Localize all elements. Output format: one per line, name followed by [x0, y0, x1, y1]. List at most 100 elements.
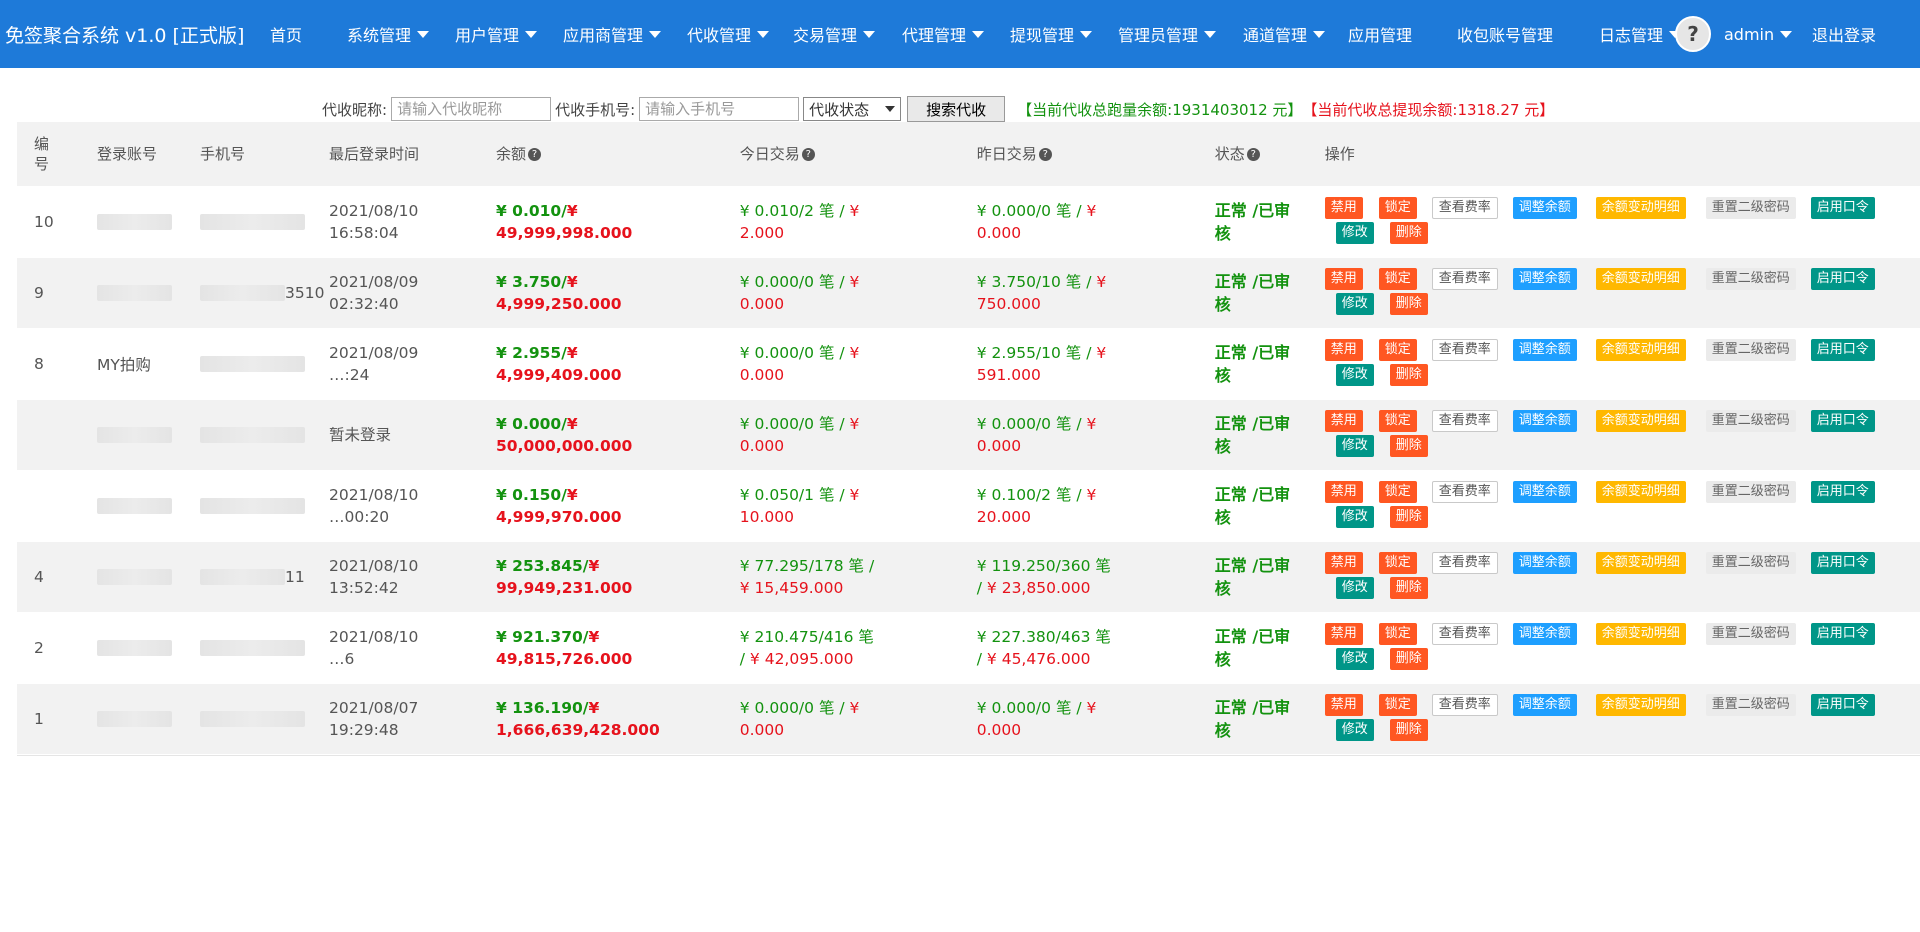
cell-balance: ¥ 253.845/¥ 99,949,231.000 — [496, 540, 740, 612]
lock-button[interactable]: 锁定 — [1378, 196, 1417, 219]
phone-input[interactable] — [639, 97, 800, 121]
edit-button[interactable]: 修改 — [1335, 505, 1374, 528]
help-icon[interactable]: ? — [1246, 148, 1260, 162]
nav-item-10[interactable]: 应用管理 — [1348, 0, 1412, 68]
delete-button[interactable]: 删除 — [1389, 221, 1428, 244]
delete-button[interactable]: 删除 — [1389, 434, 1428, 457]
edit-button[interactable]: 修改 — [1335, 363, 1374, 386]
disable-button[interactable]: 禁用 — [1324, 409, 1363, 432]
delete-button[interactable]: 删除 — [1389, 505, 1428, 528]
nav-item-9[interactable]: 通道管理 — [1243, 0, 1326, 68]
reset-password-button[interactable]: 重置二级密码 — [1705, 409, 1796, 432]
reset-password-button[interactable]: 重置二级密码 — [1705, 551, 1796, 574]
enable-token-button[interactable]: 启用口令 — [1810, 693, 1875, 716]
view-rate-button[interactable]: 查看费率 — [1431, 338, 1498, 361]
nav-item-12[interactable]: 日志管理 — [1599, 0, 1682, 68]
lock-button[interactable]: 锁定 — [1378, 551, 1417, 574]
user-avatar-icon[interactable]: ? — [1675, 16, 1711, 52]
lock-button[interactable]: 锁定 — [1378, 267, 1417, 290]
delete-button[interactable]: 删除 — [1389, 363, 1428, 386]
edit-button[interactable]: 修改 — [1335, 647, 1374, 670]
delete-button[interactable]: 删除 — [1389, 718, 1428, 741]
lock-button[interactable]: 锁定 — [1378, 622, 1417, 645]
nav-item-11[interactable]: 收包账号管理 — [1457, 0, 1553, 68]
disable-button[interactable]: 禁用 — [1324, 267, 1363, 290]
today-fee: ¥ 77.295/178 笔 / — [739, 556, 875, 575]
enable-token-button[interactable]: 启用口令 — [1810, 622, 1875, 645]
disable-button[interactable]: 禁用 — [1324, 693, 1363, 716]
column-header-label: 操作 — [1324, 145, 1355, 164]
lock-button[interactable]: 锁定 — [1378, 693, 1417, 716]
balance-detail-button[interactable]: 余额变动明细 — [1595, 622, 1686, 645]
balance-detail-button[interactable]: 余额变动明细 — [1595, 409, 1686, 432]
nav-item-4[interactable]: 代收管理 — [687, 0, 770, 68]
lock-button[interactable]: 锁定 — [1378, 409, 1417, 432]
edit-button[interactable]: 修改 — [1335, 292, 1374, 315]
view-rate-button[interactable]: 查看费率 — [1431, 196, 1498, 219]
reset-password-button[interactable]: 重置二级密码 — [1705, 267, 1796, 290]
balance-detail-button[interactable]: 余额变动明细 — [1595, 693, 1686, 716]
view-rate-button[interactable]: 查看费率 — [1431, 622, 1498, 645]
cell-phone — [200, 682, 329, 754]
nav-item-7[interactable]: 提现管理 — [1010, 0, 1093, 68]
edit-button[interactable]: 修改 — [1335, 576, 1374, 599]
help-icon[interactable]: ? — [801, 148, 815, 162]
balance-detail-button[interactable]: 余额变动明细 — [1595, 196, 1686, 219]
nav-item-0[interactable]: 首页 — [270, 0, 302, 68]
edit-button[interactable]: 修改 — [1335, 718, 1374, 741]
adjust-balance-button[interactable]: 调整余额 — [1512, 551, 1577, 574]
disable-button[interactable]: 禁用 — [1324, 196, 1363, 219]
delete-button[interactable]: 删除 — [1389, 292, 1428, 315]
balance-detail-button[interactable]: 余额变动明细 — [1595, 338, 1686, 361]
view-rate-button[interactable]: 查看费率 — [1431, 693, 1498, 716]
nav-item-3[interactable]: 应用商管理 — [563, 0, 662, 68]
nav-item-6[interactable]: 代理管理 — [902, 0, 985, 68]
view-rate-button[interactable]: 查看费率 — [1431, 409, 1498, 432]
delete-button[interactable]: 删除 — [1389, 576, 1428, 599]
edit-button[interactable]: 修改 — [1335, 434, 1374, 457]
disable-button[interactable]: 禁用 — [1324, 338, 1363, 361]
nav-item-5[interactable]: 交易管理 — [793, 0, 876, 68]
nickname-input[interactable] — [391, 97, 552, 121]
view-rate-button[interactable]: 查看费率 — [1431, 551, 1498, 574]
user-menu[interactable]: admin — [1724, 0, 1793, 68]
lock-button[interactable]: 锁定 — [1378, 338, 1417, 361]
nav-item-2[interactable]: 用户管理 — [455, 0, 538, 68]
reset-password-button[interactable]: 重置二级密码 — [1705, 693, 1796, 716]
delete-button[interactable]: 删除 — [1389, 647, 1428, 670]
enable-token-button[interactable]: 启用口令 — [1810, 480, 1875, 503]
adjust-balance-button[interactable]: 调整余额 — [1512, 196, 1577, 219]
help-icon[interactable]: ? — [528, 148, 542, 162]
adjust-balance-button[interactable]: 调整余额 — [1512, 267, 1577, 290]
adjust-balance-button[interactable]: 调整余额 — [1512, 622, 1577, 645]
search-button[interactable]: 搜索代收 — [907, 96, 1006, 122]
status-select[interactable]: 代收状态 — [803, 97, 902, 121]
reset-password-button[interactable]: 重置二级密码 — [1705, 338, 1796, 361]
disable-button[interactable]: 禁用 — [1324, 622, 1363, 645]
adjust-balance-button[interactable]: 调整余额 — [1512, 693, 1577, 716]
nav-item-8[interactable]: 管理员管理 — [1118, 0, 1217, 68]
lock-button[interactable]: 锁定 — [1378, 480, 1417, 503]
help-icon[interactable]: ? — [1038, 148, 1052, 162]
view-rate-button[interactable]: 查看费率 — [1431, 267, 1498, 290]
balance-detail-button[interactable]: 余额变动明细 — [1595, 267, 1686, 290]
adjust-balance-button[interactable]: 调整余额 — [1512, 409, 1577, 432]
view-rate-button[interactable]: 查看费率 — [1431, 480, 1498, 503]
enable-token-button[interactable]: 启用口令 — [1810, 551, 1875, 574]
enable-token-button[interactable]: 启用口令 — [1810, 267, 1875, 290]
disable-button[interactable]: 禁用 — [1324, 551, 1363, 574]
adjust-balance-button[interactable]: 调整余额 — [1512, 480, 1577, 503]
balance-detail-button[interactable]: 余额变动明细 — [1595, 480, 1686, 503]
enable-token-button[interactable]: 启用口令 — [1810, 338, 1875, 361]
disable-button[interactable]: 禁用 — [1324, 480, 1363, 503]
enable-token-button[interactable]: 启用口令 — [1810, 196, 1875, 219]
logout-link[interactable]: 退出登录 — [1812, 0, 1876, 68]
nav-item-1[interactable]: 系统管理 — [347, 0, 430, 68]
reset-password-button[interactable]: 重置二级密码 — [1705, 480, 1796, 503]
reset-password-button[interactable]: 重置二级密码 — [1705, 196, 1796, 219]
enable-token-button[interactable]: 启用口令 — [1810, 409, 1875, 432]
edit-button[interactable]: 修改 — [1335, 221, 1374, 244]
adjust-balance-button[interactable]: 调整余额 — [1512, 338, 1577, 361]
reset-password-button[interactable]: 重置二级密码 — [1705, 622, 1796, 645]
balance-detail-button[interactable]: 余额变动明细 — [1595, 551, 1686, 574]
